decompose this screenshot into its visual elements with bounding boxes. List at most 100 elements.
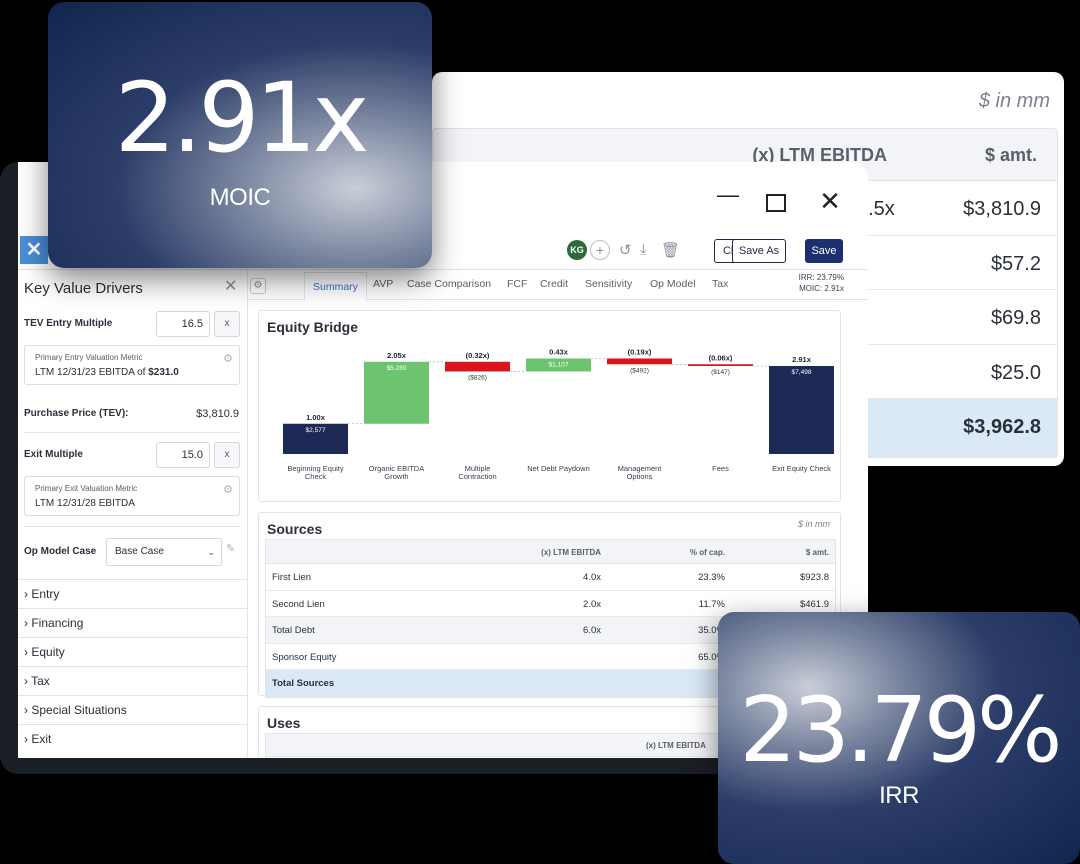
trash-icon[interactable]: 🗑 xyxy=(661,241,680,259)
multiple-label: (0.32x) xyxy=(466,351,490,360)
panel-title: Sources xyxy=(267,521,323,537)
section-entry[interactable]: › Entry xyxy=(18,579,248,608)
section-tax[interactable]: › Tax xyxy=(18,666,248,695)
value-label: $2,577 xyxy=(306,427,326,434)
tab-bar: ⚙ Summary AVP Case Comparison FCF Credit… xyxy=(248,270,868,301)
download-icon[interactable]: ⤓ xyxy=(640,241,647,258)
tab-credit[interactable]: Credit xyxy=(540,278,568,290)
multiple-label: 0.43x xyxy=(549,347,569,356)
history-icon[interactable]: ↺ xyxy=(619,241,632,259)
returns-summary: IRR: 23.79% MOIC: 2.91x xyxy=(799,272,844,294)
gear-icon[interactable]: ⚙ xyxy=(223,483,233,496)
cell-multiple: 2.0x xyxy=(583,598,601,610)
tab-fcf[interactable]: FCF xyxy=(507,278,527,290)
waterfall-bar xyxy=(769,366,834,454)
entry-metric-box[interactable]: Primary Entry Valuation Metric LTM 12/31… xyxy=(24,345,240,385)
category-label: Contraction xyxy=(458,472,496,481)
exit-metric-box[interactable]: Primary Exit Valuation Metric LTM 12/31/… xyxy=(24,476,240,516)
tev-entry-input[interactable]: 16.5 xyxy=(156,311,210,337)
tab-sensitivity[interactable]: Sensitivity xyxy=(585,278,632,290)
multiple-label: 1.00x xyxy=(306,413,326,422)
close-sidebar-icon[interactable]: ✕ xyxy=(224,276,237,296)
irr-mini: IRR: 23.79% xyxy=(798,273,844,282)
key-value-drivers-panel: Key Value Drivers ✕ TEV Entry Multiple 1… xyxy=(18,270,248,758)
cell-amount: $3,810.9 xyxy=(963,198,1041,220)
minimize-icon[interactable]: — xyxy=(716,182,740,208)
close-window-icon[interactable]: ✕ xyxy=(818,186,842,217)
cell-multiple: 4.0x xyxy=(583,572,601,583)
divider xyxy=(24,526,240,527)
tab-op-model[interactable]: Op Model xyxy=(650,278,696,290)
tab-tax[interactable]: Tax xyxy=(712,278,728,290)
settings-icon[interactable]: ⚙ xyxy=(250,278,266,294)
edit-icon[interactable]: ✎ xyxy=(226,542,235,555)
tab-avp[interactable]: AVP xyxy=(373,278,393,290)
section-exit[interactable]: › Exit xyxy=(18,724,248,753)
maximize-icon[interactable] xyxy=(766,194,786,212)
header-amount: $ amt. xyxy=(805,548,829,557)
moic-card: 2.91x MOIC xyxy=(48,2,432,268)
multiple-label: 2.91x xyxy=(792,355,812,364)
panel-title: Uses xyxy=(267,715,301,731)
cell-multiple: 6.0x xyxy=(583,625,601,636)
value-label: ($826) xyxy=(468,374,487,381)
add-collaborator-button[interactable]: + xyxy=(590,240,610,260)
cell-name: Sponsor Equity xyxy=(272,651,337,663)
cell-amount: $3,962.8 xyxy=(963,416,1041,438)
header-pct: % of cap. xyxy=(689,548,725,557)
cell-name: First Lien xyxy=(272,572,312,583)
tab-case-comparison[interactable]: Case Comparison xyxy=(407,278,491,290)
cell-pct: 11.7% xyxy=(698,598,725,610)
category-label: Check xyxy=(305,472,327,481)
moic-mini: MOIC: 2.91x xyxy=(799,284,844,293)
entry-metric-text: LTM 12/31/23 EBITDA of $231.0 xyxy=(35,367,179,378)
table-row: First Lien 4.0x 23.3% $923.8 xyxy=(266,564,835,591)
equity-bridge-panel: Equity Bridge $2,577 1.00x Beginning Equit… xyxy=(258,310,841,502)
value-label: $5,280 xyxy=(387,365,407,372)
units-label: $ in mm xyxy=(978,90,1050,112)
cell-amount: $25.0 xyxy=(990,361,1041,384)
irr-label: IRR xyxy=(879,782,919,809)
save-as-button[interactable]: Save As xyxy=(732,239,786,263)
multiple-label: 2.05x xyxy=(387,351,407,360)
cell-name: Total Sources xyxy=(272,678,335,689)
avatar[interactable]: KG xyxy=(567,240,587,260)
cell-pct: 23.3% xyxy=(698,572,725,583)
app-logo: ✕ xyxy=(20,236,48,264)
cell-amount: $923.8 xyxy=(799,572,829,583)
purchase-price-value: $3,810.9 xyxy=(196,408,239,420)
tev-unit-button[interactable]: x xyxy=(214,311,240,337)
exit-unit-button[interactable]: x xyxy=(214,442,240,468)
tab-summary[interactable]: Summary xyxy=(304,272,367,301)
exit-metric-text: LTM 12/31/28 EBITDA xyxy=(35,498,135,509)
divider xyxy=(24,432,240,433)
exit-multiple-input[interactable]: 15.0 xyxy=(156,442,210,468)
section-financing[interactable]: › Financing xyxy=(18,608,248,637)
waterfall-bar xyxy=(445,361,510,372)
multiple-label: (0.19x) xyxy=(628,347,652,356)
section-equity[interactable]: › Equity xyxy=(18,637,248,666)
exit-metric-caption: Primary Exit Valuation Metric xyxy=(35,484,138,493)
waterfall-bar xyxy=(688,364,753,366)
tev-entry-label: TEV Entry Multiple xyxy=(24,318,113,329)
header-amount: $ amt. xyxy=(984,145,1037,165)
category-label: Exit Equity Check xyxy=(772,464,831,473)
irr-card: 23.79% IRR xyxy=(718,612,1080,864)
save-button[interactable]: Save xyxy=(805,239,843,263)
op-model-label: Op Model Case xyxy=(24,546,97,557)
op-model-select[interactable]: Base Case ⌄ xyxy=(106,538,222,566)
header-multiple: (x) LTM EBITDA xyxy=(646,741,706,750)
category-label: Net Debt Paydown xyxy=(527,464,590,473)
equity-bridge-chart: $2,5771.00xBeginning EquityCheck$5,2802.… xyxy=(283,347,834,481)
category-label: Growth xyxy=(384,472,408,481)
value-label: ($492) xyxy=(630,367,649,374)
cell-name: Total Debt xyxy=(272,625,315,636)
value-label: $1,107 xyxy=(549,361,569,368)
section-special-situations[interactable]: › Special Situations xyxy=(18,695,248,724)
gear-icon[interactable]: ⚙ xyxy=(223,352,233,365)
value-label: ($147) xyxy=(711,369,730,376)
sidebar-title: Key Value Drivers xyxy=(24,280,143,297)
category-label: Fees xyxy=(712,464,729,473)
cell-amount: $69.8 xyxy=(990,307,1041,329)
cell-name: Second Lien xyxy=(272,598,325,610)
